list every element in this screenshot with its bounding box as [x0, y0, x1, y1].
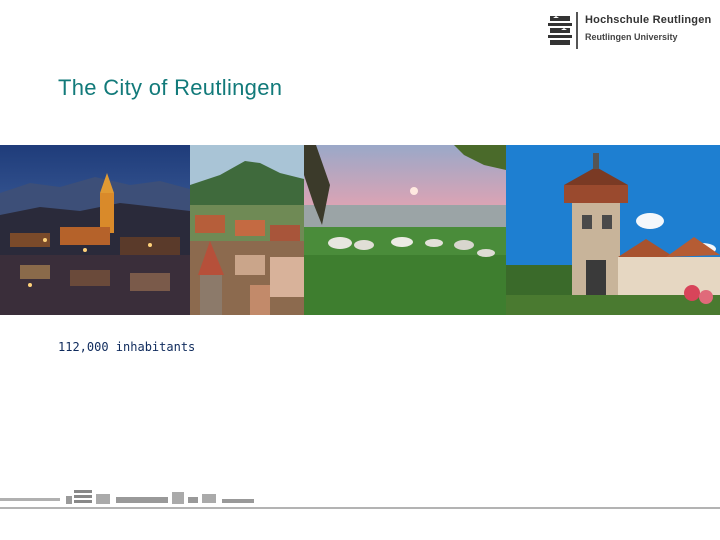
logo-subtitle: Reutlingen University: [585, 32, 678, 42]
photo-sheep-meadow: [304, 145, 506, 315]
photo-night-city: [0, 145, 190, 315]
photo-tower-gate: [506, 145, 720, 315]
photo-old-town: [190, 145, 304, 315]
logo-divider: [576, 12, 578, 49]
university-logo[interactable]: Hochschule Reutlingen Reutlingen Univers…: [548, 12, 713, 50]
logo-name: Hochschule Reutlingen: [585, 14, 712, 26]
slide-title: The City of Reutlingen: [58, 75, 283, 100]
photo-strip: [0, 145, 720, 315]
population-caption: 112,000 inhabitants: [58, 340, 196, 354]
footer-decoration: [0, 490, 720, 509]
crest-icon: [548, 16, 572, 45]
